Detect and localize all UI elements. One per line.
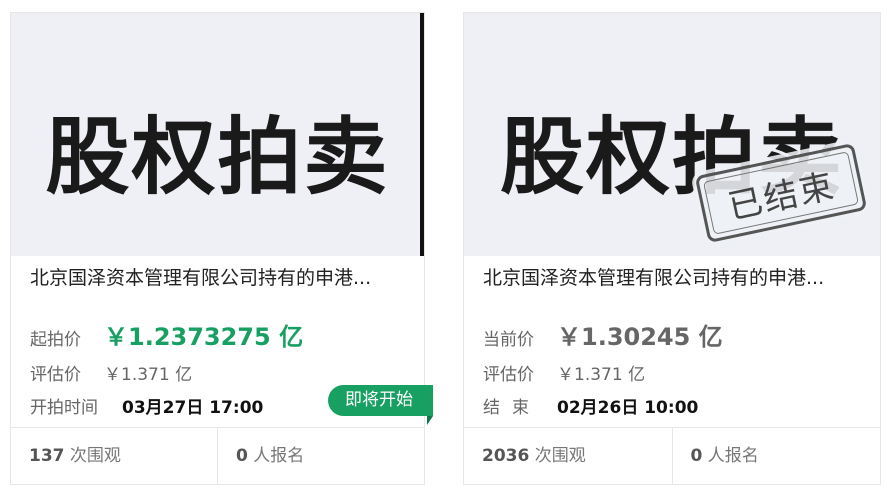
status-badge: 即将开始 — [328, 385, 433, 425]
price-row: 起拍价 ￥1.2373275 亿 — [30, 317, 303, 352]
auction-image[interactable]: 股权拍卖 — [11, 13, 424, 256]
price-label: 起拍价 — [30, 330, 81, 350]
eval-label: 评估价 — [483, 365, 534, 385]
eval-row: 评估价 ￥1.371 亿 — [30, 360, 192, 385]
price-value: ￥1.2373275 亿 — [104, 323, 304, 351]
auction-card[interactable]: 股权拍卖 北京国泽资本管理有限公司持有的申港... 起拍价 ￥1.2373275 … — [10, 12, 433, 485]
auction-image[interactable]: 股权拍卖 已结束 — [464, 13, 880, 256]
views-label: 次围观 — [534, 446, 586, 466]
auction-card[interactable]: 股权拍卖 已结束 北京国泽资本管理有限公司持有的申港... 当前价 ￥1.3024… — [463, 12, 881, 485]
price-label: 当前价 — [483, 330, 534, 350]
auction-title[interactable]: 北京国泽资本管理有限公司持有的申港... — [483, 263, 865, 290]
signups-label: 人报名 — [707, 446, 759, 466]
time-row: 开拍时间 03月27日 17:00 — [30, 393, 263, 418]
card-footer: 2036 次围观 0 人报名 — [464, 427, 880, 484]
signups-count: 0 — [236, 446, 248, 466]
time-value: 03月27日 17:00 — [122, 398, 264, 418]
card-footer: 137 次围观 0 人报名 — [11, 427, 424, 484]
views-stat: 137 次围观 — [11, 428, 217, 484]
auction-title[interactable]: 北京国泽资本管理有限公司持有的申港... — [30, 263, 412, 290]
views-count: 2036 — [482, 446, 530, 466]
signups-label: 人报名 — [253, 446, 305, 466]
time-value: 02月26日 10:00 — [557, 398, 699, 418]
eval-row: 评估价 ￥1.371 亿 — [483, 360, 645, 385]
views-stat: 2036 次围观 — [464, 428, 672, 484]
image-caption: 股权拍卖 — [45, 108, 390, 206]
signups-stat: 0 人报名 — [217, 428, 424, 484]
price-value: ￥1.30245 亿 — [557, 323, 723, 351]
eval-label: 评估价 — [30, 365, 81, 385]
stamp-text: 已结束 — [724, 165, 839, 228]
signups-count: 0 — [690, 446, 703, 466]
price-row: 当前价 ￥1.30245 亿 — [483, 317, 723, 352]
time-label: 结束 — [483, 398, 541, 418]
views-count: 137 — [29, 446, 65, 466]
eval-value: ￥1.371 亿 — [104, 365, 193, 385]
views-label: 次围观 — [69, 446, 121, 466]
eval-value: ￥1.371 亿 — [557, 365, 646, 385]
signups-stat: 0 人报名 — [671, 428, 881, 484]
image-edge — [420, 13, 424, 256]
time-row: 结束 02月26日 10:00 — [483, 393, 698, 418]
time-label: 开拍时间 — [30, 398, 98, 418]
